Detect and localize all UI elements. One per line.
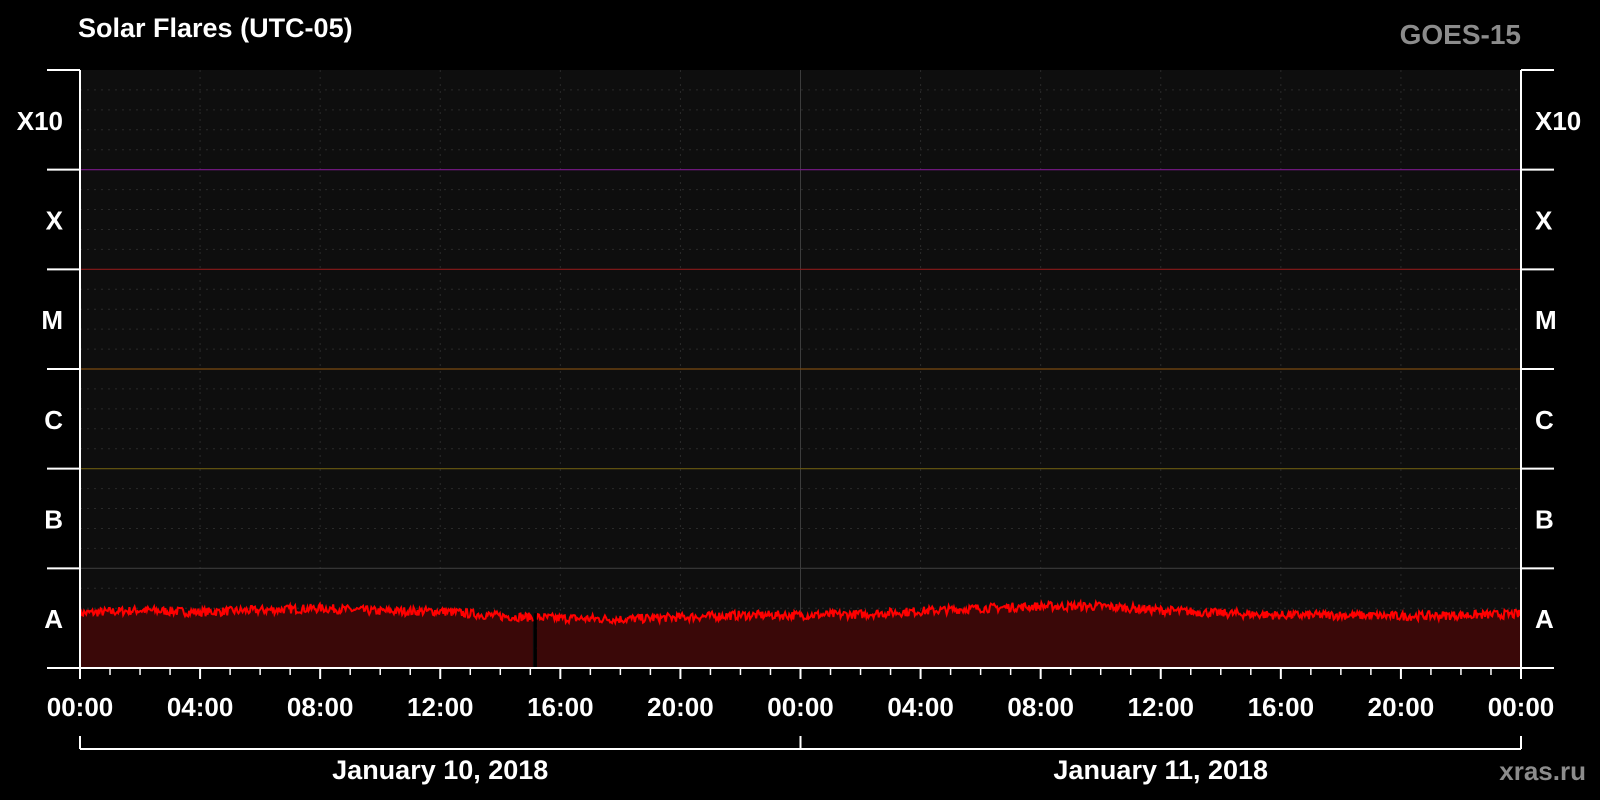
x-tick-label: 12:00 [407,692,474,722]
x-tick-label: 16:00 [527,692,594,722]
solar-flare-chart: Solar Flares (UTC-05) GOES-15 xras.ru A A… [17,13,1586,786]
x-tick-label: 04:00 [887,692,954,722]
x-tick-label: 00:00 [47,692,114,722]
y-class-label-left: X [46,206,64,236]
x-tick-label: 20:00 [647,692,714,722]
x-tick-label: 20:00 [1368,692,1435,722]
y-class-label-left: C [44,405,63,435]
y-class-label-left: X10 [17,106,63,136]
y-class-label-right: X [1535,206,1553,236]
x-tick-label: 00:00 [1488,692,1555,722]
y-class-label-right: X10 [1535,106,1581,136]
y-class-label-right: B [1535,505,1554,535]
x-tick-label: 00:00 [767,692,834,722]
chart-container: Solar Flares (UTC-05) GOES-15 xras.ru A A… [0,0,1600,800]
y-class-label-right: C [1535,405,1554,435]
date-label: January 11, 2018 [1053,755,1268,785]
y-class-label-left: M [41,305,63,335]
x-tick-label: 08:00 [287,692,354,722]
y-class-label-right: M [1535,305,1557,335]
y-class-label-right: A [1535,604,1554,634]
chart-title: Solar Flares (UTC-05) [78,13,353,43]
x-tick-label: 16:00 [1248,692,1315,722]
x-tick-label: 04:00 [167,692,234,722]
y-class-label-left: B [44,505,63,535]
x-tick-label: 12:00 [1128,692,1195,722]
y-class-label-left: A [44,604,63,634]
satellite-label: GOES-15 [1400,19,1521,50]
x-tick-label: 08:00 [1007,692,1074,722]
date-label: January 10, 2018 [332,755,548,785]
credit-label: xras.ru [1499,756,1586,786]
